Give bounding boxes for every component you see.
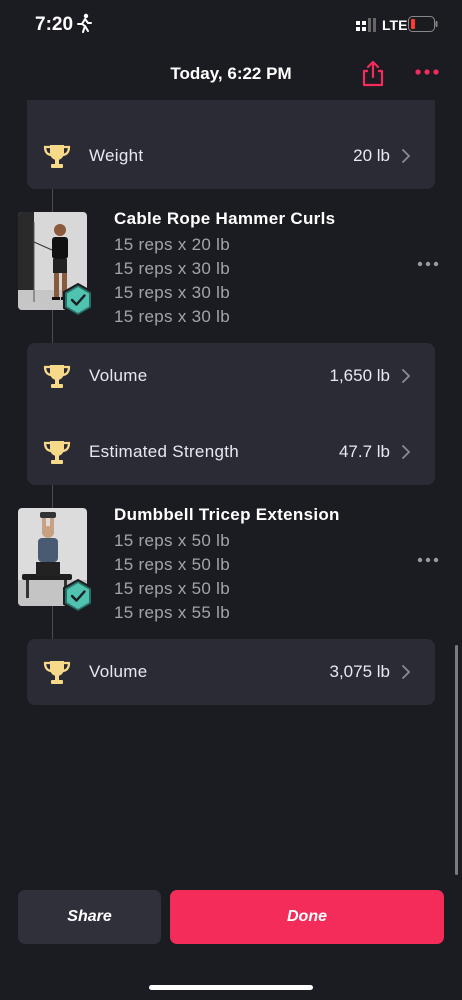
exercise-name: Dumbbell Tricep Extension	[114, 505, 340, 524]
set-row: 15 reps x 30 lb	[114, 307, 231, 326]
chevron-right-icon	[402, 369, 411, 383]
page-title: Today, 6:22 PM	[170, 64, 292, 83]
stat-row-weight[interactable]: Weight 20 lb	[27, 136, 435, 176]
status-time: 7:20	[35, 14, 74, 35]
header: Today, 6:22 PM	[0, 50, 462, 100]
network-type: LTE	[382, 17, 408, 33]
stat-value: 47.7 lb	[338, 442, 390, 461]
signal-icon	[356, 18, 376, 32]
exercise-name: Cable Rope Hammer Curls	[114, 209, 336, 228]
stat-value: 1,650 lb	[329, 366, 391, 385]
stat-row-volume[interactable]: Volume 3,075 lb	[27, 652, 435, 692]
battery-icon	[408, 16, 438, 32]
stat-label: Volume	[89, 366, 148, 385]
trophy-icon	[43, 145, 71, 168]
stat-label: Volume	[89, 662, 148, 681]
done-button[interactable]: Done	[170, 890, 444, 944]
stat-label: Estimated Strength	[89, 442, 239, 461]
trophy-icon	[43, 661, 71, 684]
set-row: 15 reps x 55 lb	[114, 603, 231, 622]
exercise-item[interactable]: Cable Rope Hammer Curls 15 reps x 20 lb …	[0, 205, 462, 330]
more-icon[interactable]	[417, 556, 439, 564]
scrollbar[interactable]	[455, 645, 458, 875]
exercise-item[interactable]: Dumbbell Tricep Extension 15 reps x 50 l…	[0, 501, 462, 626]
share-button[interactable]: Share	[18, 890, 161, 944]
stat-card: Volume 3,075 lb	[27, 639, 435, 705]
share-icon[interactable]	[360, 60, 386, 88]
check-badge-icon	[63, 283, 93, 317]
stat-card: Volume 1,650 lb Estimated Strength 47.7 …	[27, 343, 435, 485]
check-badge-icon	[63, 579, 93, 613]
chevron-right-icon	[402, 665, 411, 679]
stat-row-estimated-strength[interactable]: Estimated Strength 47.7 lb	[27, 432, 435, 472]
stat-label: Weight	[89, 146, 144, 165]
set-row: 15 reps x 50 lb	[114, 555, 231, 574]
more-icon[interactable]	[417, 260, 439, 268]
trophy-icon	[43, 365, 71, 388]
stat-row-volume[interactable]: Volume 1,650 lb	[27, 356, 435, 396]
set-row: 15 reps x 20 lb	[114, 235, 231, 254]
stat-value: 20 lb	[353, 146, 390, 165]
stat-card: Weight 20 lb	[27, 100, 435, 189]
set-row: 15 reps x 30 lb	[114, 283, 231, 302]
chevron-right-icon	[402, 445, 411, 459]
chevron-right-icon	[402, 149, 411, 163]
more-icon[interactable]	[414, 66, 440, 78]
set-list: 15 reps x 50 lb 15 reps x 50 lb 15 reps …	[114, 529, 230, 625]
running-icon	[77, 13, 92, 33]
home-indicator	[149, 985, 313, 990]
set-list: 15 reps x 20 lb 15 reps x 30 lb 15 reps …	[114, 233, 230, 329]
set-row: 15 reps x 50 lb	[114, 579, 231, 598]
trophy-icon	[43, 441, 71, 464]
set-row: 15 reps x 50 lb	[114, 531, 231, 550]
status-bar: 7:20 LTE	[0, 0, 462, 50]
stat-value: 3,075 lb	[329, 662, 391, 681]
set-row: 15 reps x 30 lb	[114, 259, 231, 278]
